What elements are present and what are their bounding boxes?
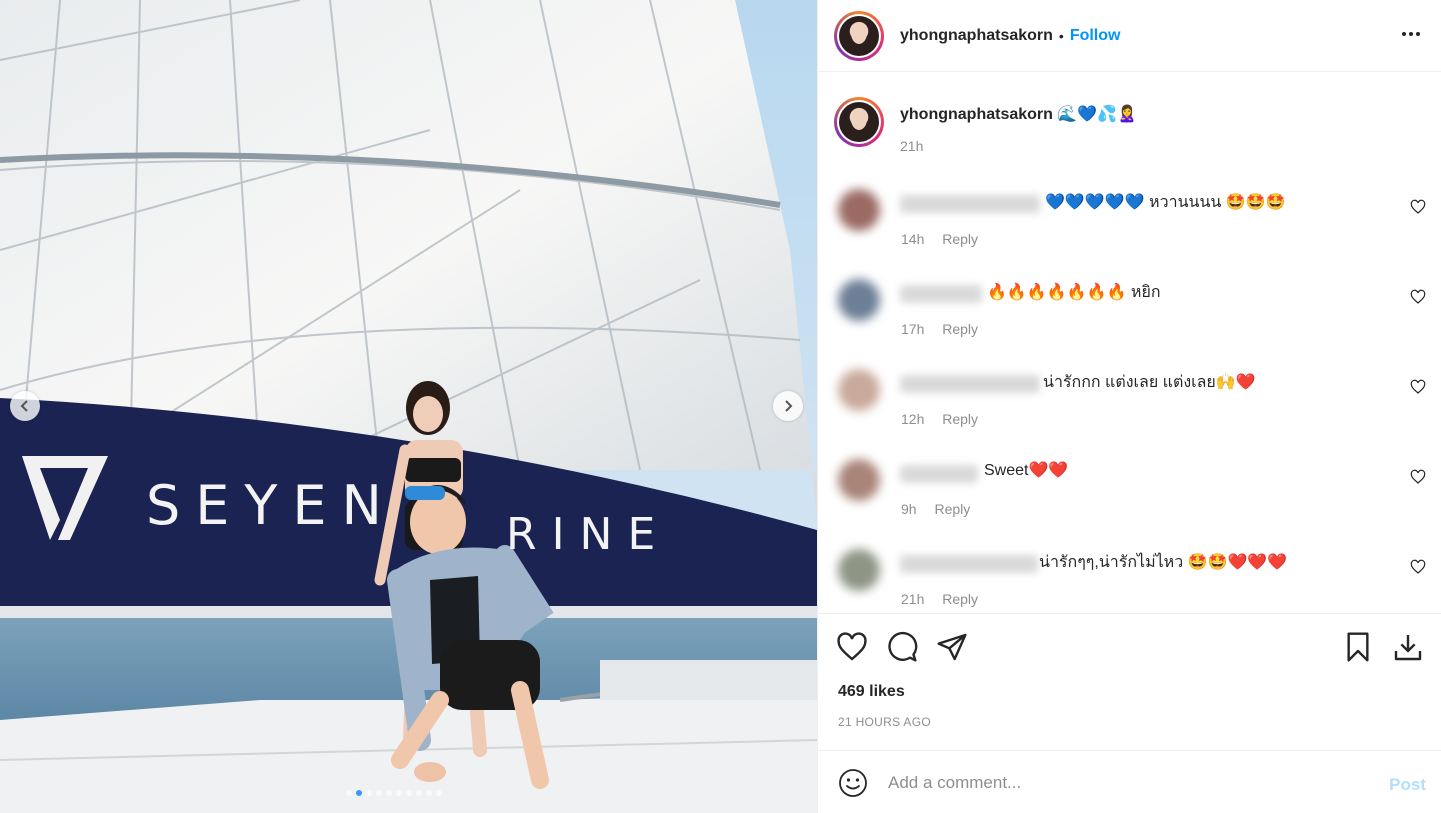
- post-actions: 469 likes 21 HOURS AGO: [818, 613, 1441, 750]
- post-comment-button[interactable]: Post: [1389, 775, 1426, 795]
- carousel-dot: [406, 790, 412, 796]
- comment-time[interactable]: 12h: [901, 411, 924, 427]
- carousel-dots: [346, 790, 442, 796]
- carousel-dot-active: [356, 790, 362, 796]
- commenter-avatar[interactable]: [838, 189, 880, 231]
- caption-username[interactable]: yhongnaphatsakorn: [900, 106, 1053, 123]
- follow-button[interactable]: Follow: [1070, 27, 1121, 45]
- post-header: yhongnaphatsakorn • Follow: [818, 0, 1441, 72]
- carousel-dot: [396, 790, 402, 796]
- comment-time[interactable]: 14h: [901, 231, 924, 247]
- commenter-username-blurred[interactable]: [900, 195, 1040, 213]
- comment-bubble-icon[interactable]: [886, 631, 918, 663]
- carousel-dot: [386, 790, 392, 796]
- commenter-username-blurred[interactable]: [900, 375, 1040, 393]
- add-comment-bar: Post: [818, 750, 1441, 813]
- reply-button[interactable]: Reply: [942, 591, 978, 607]
- brand-text-left: SEYEN: [146, 474, 397, 537]
- post-sidebar: yhongnaphatsakorn • Follow yhongnaphatsa…: [817, 0, 1441, 813]
- comment-time[interactable]: 9h: [901, 501, 917, 517]
- chevron-right-icon: [785, 400, 793, 412]
- chevron-left-icon: [20, 400, 28, 412]
- like-heart-icon[interactable]: [836, 631, 868, 663]
- post-caption: yhongnaphatsakorn 🌊💙💦🙎‍♀️ 21h: [818, 73, 1441, 154]
- next-photo-button[interactable]: [773, 391, 803, 421]
- comment-text: น่ารักๆๆ,น่ารักไม่ไหว 🤩🤩❤️❤️❤️: [1039, 554, 1288, 571]
- reply-button[interactable]: Reply: [934, 501, 970, 517]
- carousel-dot: [416, 790, 422, 796]
- download-icon[interactable]: [1392, 631, 1424, 663]
- caption-text: 🌊💙💦🙎‍♀️: [1057, 106, 1138, 123]
- emoji-icon[interactable]: [838, 768, 868, 798]
- more-options-icon[interactable]: [1401, 24, 1421, 44]
- comment-item: 🔥🔥🔥🔥🔥🔥🔥 หยิก 17h Reply: [834, 271, 1426, 351]
- comment-input[interactable]: [888, 769, 1368, 797]
- comment-text: น่ารักกก แต่งเลย แต่งเลย🙌❤️: [1043, 374, 1256, 391]
- comment-text: 🔥🔥🔥🔥🔥🔥🔥 หยิก: [987, 284, 1161, 301]
- post-photo[interactable]: SEYEN RINE: [0, 0, 817, 813]
- comment-item: 💙💙💙💙💙 หวานนนน 🤩🤩🤩 14h Reply: [834, 181, 1426, 261]
- author-avatar[interactable]: [834, 10, 884, 61]
- commenter-username-blurred[interactable]: [900, 555, 1038, 573]
- comment-time[interactable]: 21h: [901, 591, 924, 607]
- commenter-username-blurred[interactable]: [900, 465, 978, 483]
- avatar-image: [839, 102, 879, 142]
- carousel-dot: [366, 790, 372, 796]
- carousel-dot: [346, 790, 352, 796]
- separator-dot: •: [1058, 27, 1064, 44]
- heart-icon[interactable]: [1410, 379, 1426, 395]
- reply-button[interactable]: Reply: [942, 321, 978, 337]
- post-time-ago[interactable]: 21 HOURS AGO: [838, 715, 931, 729]
- sailboat-photo: [0, 0, 817, 813]
- brand-text-right: RINE: [506, 509, 671, 560]
- heart-icon[interactable]: [1410, 199, 1426, 215]
- carousel-dot: [436, 790, 442, 796]
- carousel-dot: [376, 790, 382, 796]
- commenter-avatar[interactable]: [838, 549, 880, 591]
- commenter-avatar[interactable]: [838, 279, 880, 321]
- comment-text: 💙💙💙💙💙 หวานนนน 🤩🤩🤩: [1045, 194, 1286, 211]
- comment-item: Sweet❤️❤️ 9h Reply: [834, 451, 1426, 531]
- comment-item: น่ารักๆๆ,น่ารักไม่ไหว 🤩🤩❤️❤️❤️ 21h Reply: [834, 541, 1426, 613]
- commenter-avatar[interactable]: [838, 459, 880, 501]
- heart-icon[interactable]: [1410, 289, 1426, 305]
- comments-list[interactable]: yhongnaphatsakorn 🌊💙💦🙎‍♀️ 21h 💙💙💙💙💙 หวาน…: [818, 73, 1441, 613]
- reply-button[interactable]: Reply: [942, 231, 978, 247]
- heart-icon[interactable]: [1410, 559, 1426, 575]
- save-bookmark-icon[interactable]: [1342, 631, 1374, 663]
- previous-photo-button[interactable]: [10, 391, 40, 421]
- carousel-dot: [426, 790, 432, 796]
- author-username[interactable]: yhongnaphatsakorn: [900, 27, 1053, 45]
- heart-icon[interactable]: [1410, 469, 1426, 485]
- comment-time[interactable]: 17h: [901, 321, 924, 337]
- commenter-avatar[interactable]: [838, 369, 880, 411]
- avatar-image: [839, 15, 879, 56]
- commenter-username-blurred[interactable]: [900, 285, 982, 303]
- likes-count[interactable]: 469 likes: [838, 683, 905, 701]
- share-send-icon[interactable]: [936, 631, 968, 663]
- reply-button[interactable]: Reply: [942, 411, 978, 427]
- caption-avatar[interactable]: [834, 97, 884, 147]
- caption-time[interactable]: 21h: [900, 138, 1137, 154]
- comment-item: น่ารักกก แต่งเลย แต่งเลย🙌❤️ 12h Reply: [834, 361, 1426, 441]
- comment-text: Sweet❤️❤️: [984, 462, 1069, 479]
